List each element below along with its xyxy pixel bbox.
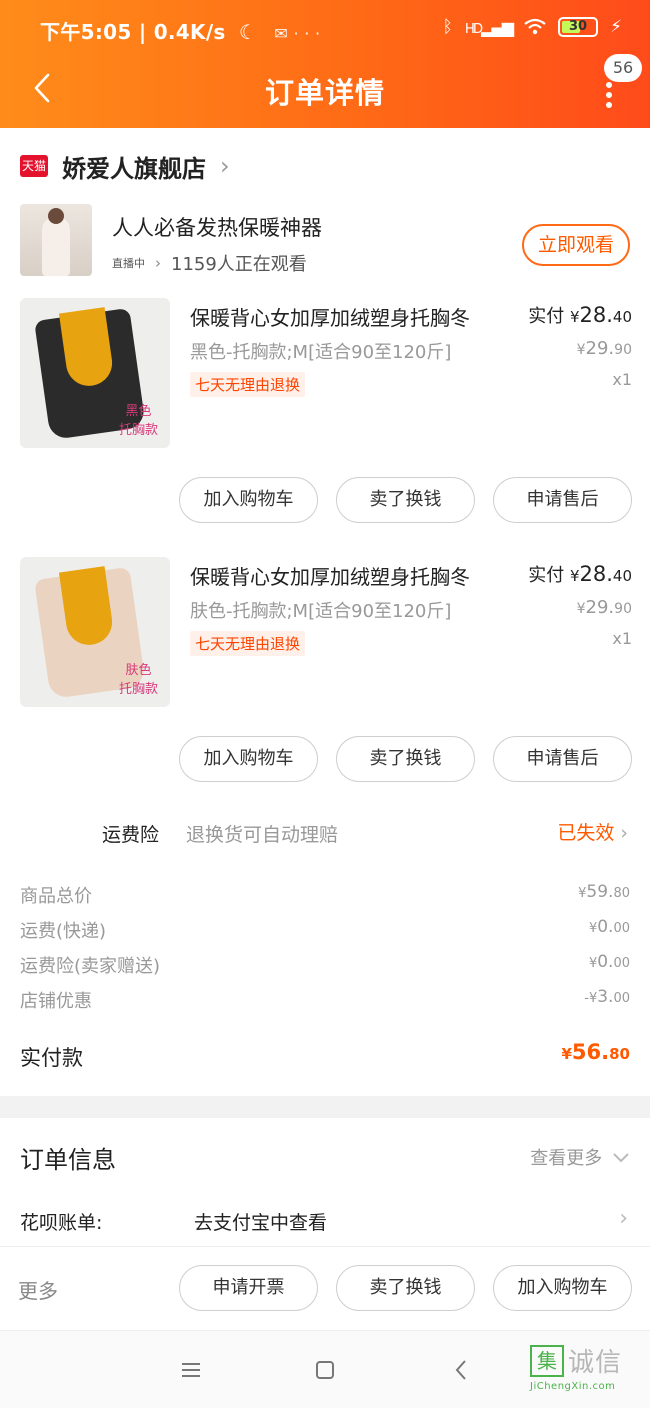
header: 下午5:05 | 0.4K/s ☾ ✉ · · · ᛒ HD▂▄▆ 30 ⚡ 订…	[0, 0, 650, 128]
more-dots-icon	[606, 82, 612, 112]
status-time: 下午5:05	[40, 20, 132, 44]
watch-now-button[interactable]: 立即观看	[522, 224, 630, 266]
message-count-badge: 56	[604, 54, 642, 82]
after-sale-button[interactable]: 申请售后	[493, 477, 632, 523]
status-bar: 下午5:05 | 0.4K/s ☾ ✉ · · · ᛒ HD▂▄▆ 30 ⚡	[0, 0, 650, 58]
product-image[interactable]: 肤色 托胸款	[20, 557, 170, 707]
original-price: ¥29.90	[576, 338, 632, 359]
store-name: 娇爱人旗舰店	[62, 154, 206, 183]
after-sale-button[interactable]: 申请售后	[493, 736, 632, 782]
huabei-bill-row[interactable]: 花呗账单: 去支付宝中查看 ›	[20, 1206, 632, 1238]
request-invoice-button[interactable]: 申请开票	[179, 1265, 318, 1311]
store-link[interactable]: 天猫 娇爱人旗舰店 ›	[20, 148, 230, 184]
quantity: x1	[612, 370, 632, 389]
live-subtitle: 直播中 › 1159人正在观看	[112, 250, 307, 276]
total-amount: ¥56.80	[561, 1040, 630, 1064]
insurance-label: 运费险	[102, 824, 160, 846]
return-policy-tag: 七天无理由退换	[190, 631, 306, 656]
total-paid-row: 实付款 ¥56.80	[20, 1040, 630, 1074]
order-info-title: 订单信息	[20, 1146, 116, 1174]
summary-row: 店铺优惠 -¥3.00	[20, 987, 630, 1012]
status-left: 下午5:05 | 0.4K/s ☾ ✉ · · ·	[40, 20, 321, 44]
chevron-down-icon	[613, 1153, 629, 1163]
product-title: 保暖背心女加厚加绒塑身托胸冬	[190, 565, 470, 589]
status-speed: 0.4K/s	[153, 20, 226, 44]
add-to-cart-button[interactable]: 加入购物车	[179, 477, 318, 523]
section-divider	[0, 1096, 650, 1118]
item-actions: 加入购物车 卖了换钱 申请售后	[179, 477, 632, 523]
live-stream-banner[interactable]: 人人必备发热保暖神器 直播中 › 1159人正在观看 立即观看	[20, 204, 632, 278]
resell-button[interactable]: 卖了换钱	[336, 477, 475, 523]
add-to-cart-button[interactable]: 加入购物车	[179, 736, 318, 782]
view-more-button[interactable]: 查看更多	[530, 1144, 630, 1170]
paid-price: 实付 ¥28.40	[528, 562, 632, 586]
resell-button[interactable]: 卖了换钱	[336, 736, 475, 782]
tmall-logo-icon: 天猫	[20, 155, 48, 177]
summary-row: 运费险(卖家赠送) ¥0.00	[20, 952, 630, 977]
back-nav-icon[interactable]	[446, 1355, 476, 1385]
huabei-value: 去支付宝中查看	[194, 1212, 328, 1234]
live-title: 人人必备发热保暖神器	[112, 216, 322, 240]
bottom-action-bar: 更多 申请开票 卖了换钱 加入购物车	[0, 1246, 650, 1330]
chevron-right-icon: ›	[155, 254, 161, 272]
summary-row: 商品总价 ¥59.80	[20, 882, 630, 907]
chevron-right-icon: ›	[220, 152, 230, 180]
paid-price: 实付 ¥28.40	[528, 303, 632, 327]
home-icon[interactable]	[310, 1355, 340, 1385]
item-actions: 加入购物车 卖了换钱 申请售后	[179, 736, 632, 782]
freight-insurance-row[interactable]: 运费险 退换货可自动理赔 已失效 ›	[0, 812, 650, 852]
order-item[interactable]: 黑色 托胸款 保暖背心女加厚加绒塑身托胸冬 黑色-托胸款;M[适合90至120斤…	[0, 298, 650, 468]
wifi-icon	[524, 18, 546, 35]
menu-icon[interactable]	[176, 1355, 206, 1385]
resell-button[interactable]: 卖了换钱	[336, 1265, 475, 1311]
total-label: 实付款	[20, 1046, 83, 1070]
bluetooth-icon: ᛒ	[442, 17, 453, 37]
huabei-label: 花呗账单:	[20, 1212, 103, 1234]
summary-row: 运费(快递) ¥0.00	[20, 917, 630, 942]
notification-icons: ✉ · · ·	[274, 24, 321, 43]
product-title: 保暖背心女加厚加绒塑身托胸冬	[190, 306, 470, 330]
bottom-actions: 申请开票 卖了换钱 加入购物车	[179, 1265, 632, 1311]
order-item[interactable]: 肤色 托胸款 保暖背心女加厚加绒塑身托胸冬 肤色-托胸款;M[适合90至120斤…	[0, 557, 650, 727]
add-to-cart-button[interactable]: 加入购物车	[493, 1265, 632, 1311]
charging-icon: ⚡	[610, 17, 622, 37]
live-tag: 直播中	[112, 257, 145, 270]
product-image[interactable]: 黑色 托胸款	[20, 298, 170, 448]
insurance-desc: 退换货可自动理赔	[186, 824, 339, 846]
watermark-logo: 集 诚信 JiChengXin.com	[530, 1342, 642, 1402]
page-title: 订单详情	[264, 76, 385, 110]
live-viewers: 1159人正在观看	[171, 254, 307, 275]
product-spec: 黑色-托胸款;M[适合90至120斤]	[190, 342, 452, 363]
quantity: x1	[612, 629, 632, 648]
battery-icon: 30	[558, 17, 599, 37]
live-thumbnail	[20, 204, 92, 276]
moon-icon: ☾	[238, 20, 258, 44]
insurance-status: 已失效 ›	[557, 822, 628, 844]
status-right: ᛒ HD▂▄▆ 30 ⚡	[443, 17, 622, 37]
chevron-right-icon: ›	[620, 822, 628, 844]
more-actions-button[interactable]: 更多	[18, 1275, 58, 1304]
chevron-right-icon: ›	[619, 1206, 628, 1231]
return-policy-tag: 七天无理由退换	[190, 372, 306, 397]
signal-icon: HD▂▄▆	[464, 17, 514, 37]
original-price: ¥29.90	[576, 597, 632, 618]
system-nav-bar: 集 诚信 JiChengXin.com	[0, 1330, 650, 1408]
product-spec: 肤色-托胸款;M[适合90至120斤]	[190, 601, 452, 622]
